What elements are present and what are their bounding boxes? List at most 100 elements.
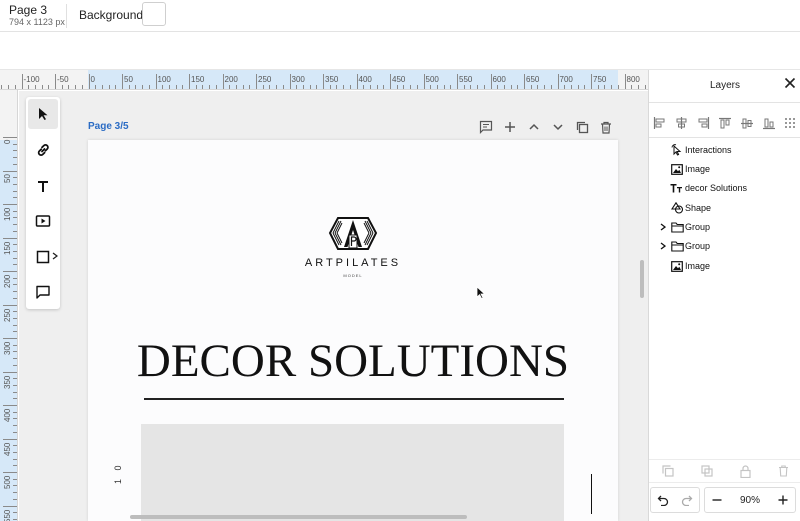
add-page-button[interactable] (498, 118, 522, 136)
horizontal-ruler: 50-100-500501001502002503003504004505005… (0, 70, 648, 90)
ruler-label: 200 (3, 274, 12, 288)
ruler-tick (490, 74, 492, 89)
ruler-minor-tick (363, 85, 365, 89)
top-bar: Page 3 794 x 1123 px Background (0, 0, 800, 32)
layer-item[interactable]: Interactions (657, 142, 732, 158)
align-center-horizontal-icon (676, 117, 687, 129)
ruler-tick (3, 170, 17, 172)
layer-name: Group (685, 241, 711, 251)
ruler-minor-tick (13, 518, 17, 520)
ruler-label: 450 (392, 75, 406, 84)
move-page-up-button[interactable] (522, 118, 546, 136)
more-options-button[interactable] (783, 114, 798, 132)
redo-button[interactable] (675, 488, 699, 512)
ruler-minor-tick (13, 257, 17, 259)
vertical-line-shape[interactable] (591, 474, 592, 514)
comment-tool[interactable] (28, 277, 58, 307)
ruler-tick (524, 74, 525, 89)
ruler-minor-tick (13, 364, 17, 366)
select-tool[interactable] (28, 99, 58, 129)
page-label: Page 3/5 (88, 121, 129, 132)
ruler-minor-tick (13, 331, 17, 333)
ruler-minor-tick (175, 85, 177, 89)
align-center-v-button[interactable] (739, 114, 754, 132)
layer-item[interactable]: Group (657, 238, 710, 254)
ruler-label: -50 (57, 75, 69, 84)
expand-chevron-icon[interactable] (657, 242, 669, 250)
page-comment-button[interactable] (474, 118, 498, 136)
image-placeholder[interactable] (141, 424, 564, 521)
move-page-down-button[interactable] (546, 118, 570, 136)
layer-lock-button[interactable] (738, 464, 752, 478)
comment-icon (479, 120, 493, 134)
vertical-scrollbar[interactable] (640, 260, 644, 298)
ruler-minor-tick (577, 85, 579, 89)
layer-delete-button[interactable] (777, 464, 791, 478)
ruler-label: 300 (3, 341, 12, 355)
ruler-minor-tick (13, 485, 17, 487)
delete-page-button[interactable] (594, 118, 618, 136)
layer-item[interactable]: Image (657, 161, 710, 177)
brand-logo-icon[interactable] (328, 216, 378, 257)
ruler-minor-tick (61, 85, 63, 89)
align-left-button[interactable] (652, 114, 667, 132)
media-tool[interactable] (28, 206, 58, 236)
ruler-minor-tick (329, 85, 331, 89)
ruler-minor-tick (477, 85, 479, 89)
layers-title: Layers (709, 80, 740, 91)
ruler-minor-tick (13, 264, 17, 266)
layer-item[interactable]: Image (657, 258, 710, 274)
horizontal-scrollbar[interactable] (130, 515, 467, 519)
ruler-minor-tick (544, 85, 546, 89)
side-page-number: 1 0 (113, 462, 123, 484)
ruler-minor-tick (13, 512, 17, 514)
align-top-button[interactable] (717, 114, 732, 132)
background-label: Background (79, 8, 144, 22)
ruler-minor-tick (604, 85, 606, 89)
ruler-minor-tick (13, 398, 17, 400)
shape-submenu-chevron-icon[interactable] (52, 252, 59, 262)
layer-name: Shape (685, 203, 712, 213)
layer-item[interactable]: Shape (657, 200, 711, 216)
zoom-out-button[interactable] (705, 488, 729, 512)
divider-line[interactable] (144, 398, 564, 400)
align-bottom-button[interactable] (761, 114, 776, 132)
chevron-down-icon (553, 124, 563, 131)
headline-text[interactable]: DECOR SOLUTIONS (88, 334, 618, 388)
undo-button[interactable] (651, 488, 675, 512)
layer-item[interactable]: decor Solutions (657, 180, 747, 196)
ruler-label: 500 (425, 75, 439, 84)
background-color-swatch[interactable] (142, 2, 166, 26)
trash-icon (779, 465, 789, 477)
ruler-minor-tick (95, 85, 97, 89)
layer-group-button[interactable] (700, 464, 714, 478)
ruler-label: 350 (325, 75, 339, 84)
layer-duplicate-button[interactable] (661, 464, 675, 478)
ruler-tick (256, 74, 257, 89)
expand-chevron-icon[interactable] (657, 223, 669, 231)
ruler-minor-tick (13, 425, 17, 427)
ruler-minor-tick (396, 85, 398, 89)
ruler-minor-tick (13, 478, 17, 480)
zoom-in-button[interactable] (771, 488, 795, 512)
ruler-label: 100 (157, 75, 171, 84)
ruler-minor-tick (13, 163, 17, 165)
duplicate-page-button[interactable] (570, 118, 594, 136)
align-right-button[interactable] (696, 114, 711, 132)
ruler-minor-tick (309, 85, 311, 89)
ruler-minor-tick (108, 85, 110, 89)
ruler-minor-tick (13, 197, 17, 199)
ruler-minor-tick (503, 85, 505, 89)
design-page[interactable]: ARTPILATES MODEL DECOR SOLUTIONS 1 0 (88, 140, 618, 521)
link-tool[interactable] (28, 135, 58, 165)
ruler-label: 550 (459, 75, 473, 84)
ruler-tick (55, 74, 56, 89)
ruler-minor-tick (497, 85, 499, 89)
ruler-minor-tick (13, 498, 17, 500)
group-icon (701, 465, 713, 477)
close-panel-button[interactable] (784, 76, 798, 90)
layer-item[interactable]: Group (657, 219, 710, 235)
align-center-h-button[interactable] (674, 114, 689, 132)
text-tool[interactable] (28, 171, 58, 201)
ruler-tick (624, 74, 626, 89)
